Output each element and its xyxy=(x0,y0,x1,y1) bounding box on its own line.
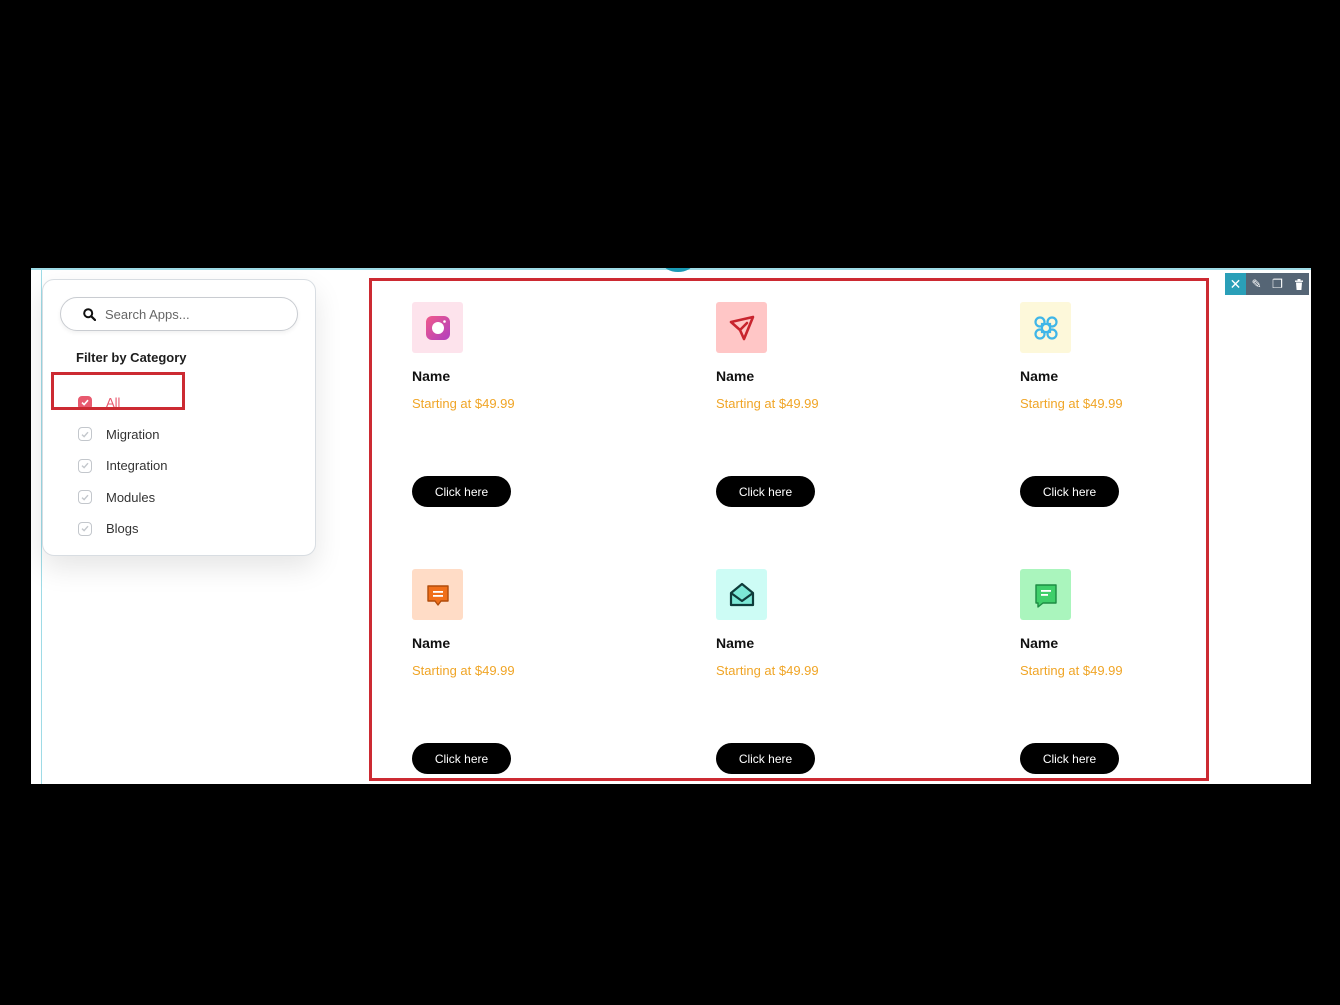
highlight-box-app-grid xyxy=(369,278,1209,781)
category-list: All Migration Integration Modules Blogs xyxy=(78,387,167,545)
element-toolbar: ✕ ✎ ❐ xyxy=(1225,273,1309,295)
filter-title: Filter by Category xyxy=(76,350,187,365)
category-label: Migration xyxy=(106,426,160,442)
category-item-modules[interactable]: Modules xyxy=(78,482,167,514)
category-item-integration[interactable]: Integration xyxy=(78,450,167,482)
category-item-blogs[interactable]: Blogs xyxy=(78,513,167,545)
checkbox-icon[interactable] xyxy=(78,490,92,505)
section-drag-handle[interactable] xyxy=(663,268,693,272)
checkbox-icon[interactable] xyxy=(78,458,92,473)
edit-icon[interactable]: ✎ xyxy=(1246,273,1267,295)
search-box[interactable] xyxy=(60,297,298,331)
search-input[interactable] xyxy=(103,305,277,323)
page-canvas: ✕ ✎ ❐ Filter by Category All xyxy=(31,268,1311,784)
category-item-migration[interactable]: Migration xyxy=(78,419,167,451)
checkbox-icon[interactable] xyxy=(78,427,92,442)
category-label: Blogs xyxy=(106,521,139,537)
category-label: Integration xyxy=(106,458,168,474)
checkbox-icon[interactable] xyxy=(78,521,92,536)
search-icon xyxy=(83,307,96,321)
duplicate-icon[interactable]: ❐ xyxy=(1267,273,1288,295)
highlight-box-all xyxy=(51,372,185,410)
category-label: Modules xyxy=(106,489,156,505)
trash-icon[interactable] xyxy=(1288,273,1309,295)
close-icon[interactable]: ✕ xyxy=(1225,273,1246,295)
filter-sidebar: Filter by Category All Migration Integra… xyxy=(42,279,316,556)
